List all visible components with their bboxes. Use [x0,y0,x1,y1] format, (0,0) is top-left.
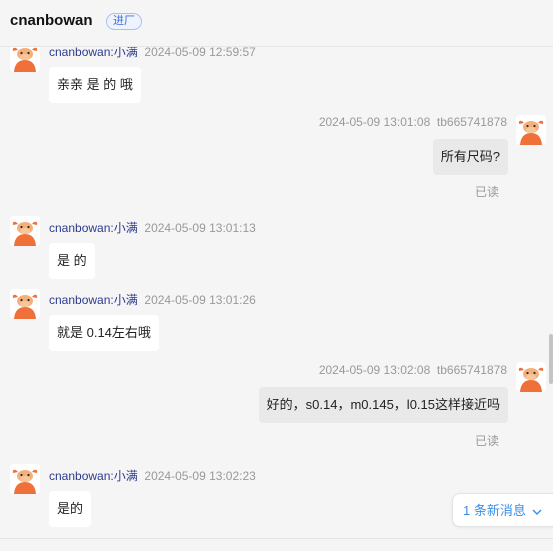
message-meta: 2024-05-09 13:01:08 tb665741878 [319,115,507,129]
sender-name: tb665741878 [436,363,507,377]
message-time: 2024-05-09 13:01:08 [318,115,431,129]
chevron-down-icon [532,509,542,515]
message-meta: cnanbowan:小满 2024-05-09 13:01:13 [49,219,256,236]
bull-avatar-icon[interactable] [516,362,546,392]
divider [0,538,553,539]
message-meta: cnanbowan:小满 2024-05-09 12:59:57 [49,46,256,60]
read-status: 已读 [474,434,499,448]
sender-name: cnanbowan:小满 [49,46,138,59]
chat-header: cnanbowan 进厂 [0,0,553,47]
message-meta: cnanbowan:小满 2024-05-09 13:01:26 [49,291,256,308]
bull-avatar-icon[interactable] [10,216,40,246]
sender-name: cnanbowan:小满 [49,293,138,307]
message-time: 2024-05-09 13:01:26 [144,293,256,307]
contact-badge: 进厂 [106,13,142,30]
message-bubble[interactable]: 好的，s0.14，m0.145，l0.15这样接近吗 [258,387,508,423]
sender-name: cnanbowan:小满 [49,469,138,483]
message-bubble[interactable]: 是的 [49,491,92,527]
sender-name: cnanbowan:小满 [49,221,138,235]
message-time: 2024-05-09 13:01:13 [144,221,256,235]
bull-avatar-icon[interactable] [516,115,546,145]
scrollbar[interactable] [549,334,553,384]
contact-name[interactable]: cnanbowan [10,12,93,29]
message-time: 2024-05-09 12:59:57 [144,46,256,59]
sender-name: tb665741878 [436,115,507,129]
message-bubble[interactable]: 亲亲 是 的 哦 [49,67,141,103]
bull-avatar-icon[interactable] [10,464,40,494]
bull-avatar-icon[interactable] [10,289,40,319]
message-list[interactable]: cnanbowan:小满 2024-05-09 12:59:57 亲亲 是 的 … [0,46,553,538]
message-time: 2024-05-09 13:02:08 [318,363,431,377]
bull-avatar-icon[interactable] [10,46,40,72]
read-status: 已读 [474,185,499,199]
message-meta: cnanbowan:小满 2024-05-09 13:02:23 [49,467,256,484]
message-bubble[interactable]: 就是 0.14左右哦 [49,315,159,351]
message-bubble[interactable]: 所有尺码? [432,139,508,175]
message-meta: 2024-05-09 13:02:08 tb665741878 [319,363,507,377]
message-bubble[interactable]: 是 的 [49,243,95,279]
new-messages-button[interactable]: 1 条新消息 [452,493,553,527]
message-time: 2024-05-09 13:02:23 [144,469,256,483]
new-messages-label: 1 条新消息 [463,503,526,518]
